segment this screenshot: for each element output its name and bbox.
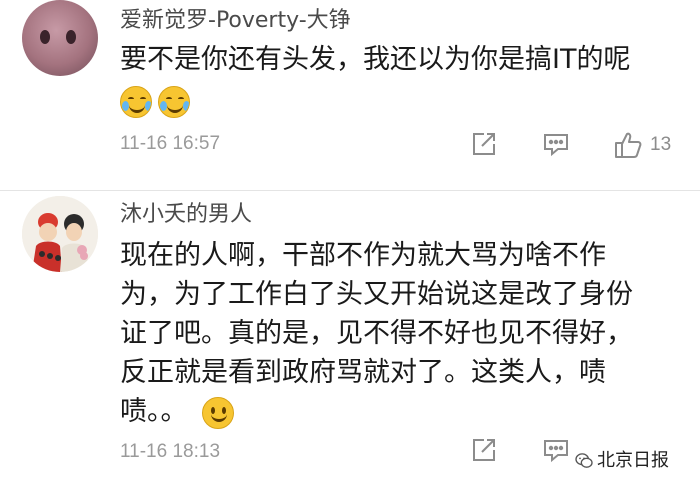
comment-icon (544, 134, 568, 157)
share-icon (473, 439, 495, 461)
wechat-logo-icon (575, 453, 593, 468)
share-button[interactable] (470, 436, 498, 464)
comment-text-line: 证了吧。真的是，见不得不好也见不得好， (120, 318, 633, 349)
avatar-illustration (22, 196, 98, 272)
reply-button[interactable] (542, 130, 570, 158)
comment-item: 沐小夭的男人 现在的人啊，干部不作为就大骂为啥不作 为，为了工作白了头又开始说这… (0, 190, 700, 484)
share-button[interactable] (470, 130, 498, 158)
comment-text-line: 啧。。 (120, 396, 188, 427)
avatar[interactable] (22, 196, 98, 272)
source-watermark: 北京日报 (575, 446, 669, 472)
comment-icon (544, 440, 568, 463)
comment-last-line: 啧。。 (120, 392, 680, 431)
watermark-text: 北京日报 (597, 450, 669, 471)
avatar-detail (40, 30, 50, 44)
reply-button[interactable] (542, 436, 570, 464)
comment-emoji-row (120, 81, 680, 120)
thumbs-up-icon (615, 132, 642, 158)
comment-timestamp: 11-16 16:57 (120, 133, 221, 154)
smile-emoji (202, 396, 235, 429)
cry-laugh-emoji (120, 85, 152, 118)
comment-text: 要不是你还有头发，我还以为你是搞IT的呢 (120, 40, 680, 120)
comment-text-line: 反正就是看到政府骂就对了。这类人，啧 (120, 357, 606, 388)
avatar[interactable] (22, 0, 98, 76)
cry-laugh-emoji (158, 85, 190, 118)
comment-text: 现在的人啊，干部不作为就大骂为啥不作 为，为了工作白了头又开始说这是改了身份 证… (120, 236, 680, 431)
comment-text-line: 现在的人啊，干部不作为就大骂为啥不作 (120, 240, 606, 271)
share-icon (473, 133, 495, 155)
avatar-detail (66, 30, 76, 44)
like-button[interactable] (613, 130, 643, 160)
comment-text-line: 要不是你还有头发，我还以为你是搞IT的呢 (120, 44, 631, 75)
like-count: 13 (650, 134, 672, 155)
comment-username[interactable]: 沐小夭的男人 (120, 196, 252, 228)
comment-timestamp: 11-16 18:13 (120, 441, 221, 462)
comment-text-line: 为，为了工作白了头又开始说这是改了身份 (120, 279, 633, 310)
comment-item: 爱新觉罗-Poverty-大铮 要不是你还有头发，我还以为你是搞IT的呢 11-… (0, 0, 700, 190)
comment-username[interactable]: 爱新觉罗-Poverty-大铮 (120, 2, 351, 34)
